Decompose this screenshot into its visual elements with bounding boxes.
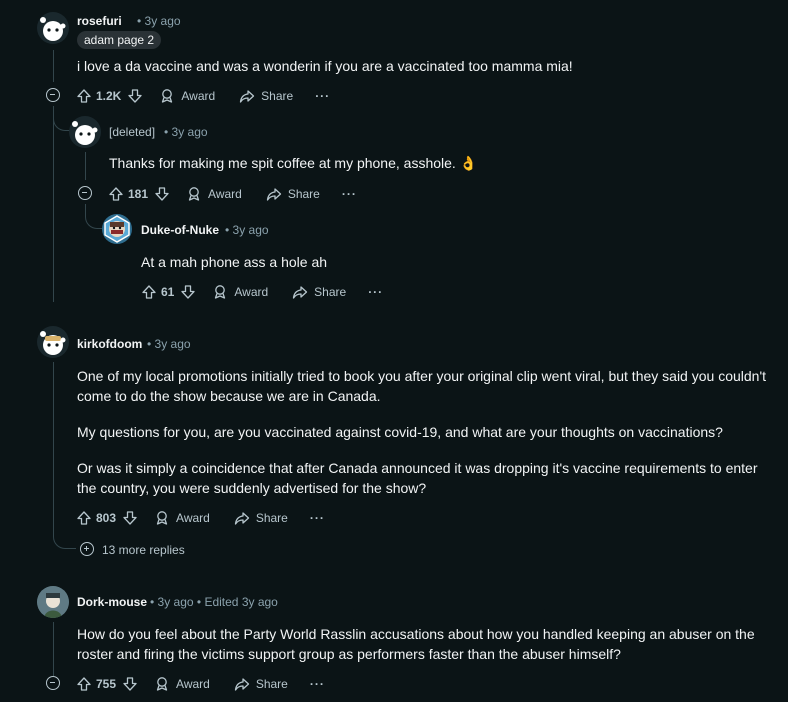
- comment-actions: 181 Award Share ···: [108, 182, 357, 206]
- downvote-icon[interactable]: [122, 510, 138, 526]
- thread-line[interactable]: [53, 106, 54, 302]
- more-options-button[interactable]: ···: [342, 187, 357, 201]
- vote-count: 61: [161, 285, 175, 299]
- downvote-icon[interactable]: [180, 284, 196, 300]
- award-button[interactable]: Award: [154, 510, 210, 526]
- avatar: [69, 116, 101, 148]
- collapse-thread-button[interactable]: [46, 676, 60, 690]
- timestamp: • 3y ago: [147, 337, 191, 351]
- share-label: Share: [261, 89, 294, 103]
- share-button[interactable]: Share: [292, 284, 346, 300]
- upvote-icon[interactable]: [76, 510, 92, 526]
- comment-body: i love a da vaccine and was a wonderin i…: [77, 58, 573, 74]
- comment-actions: 1.2K Award Share ···: [76, 84, 330, 108]
- share-label: Share: [314, 285, 347, 299]
- vote-count: 755: [96, 677, 117, 691]
- award-icon: [156, 511, 168, 525]
- comment-actions: 803 Award Share ···: [76, 506, 325, 530]
- comment-paragraph: One of my local promotions initially tri…: [77, 368, 767, 404]
- comment-paragraph: Or was it simply a coincidence that afte…: [77, 460, 758, 496]
- share-icon: [234, 512, 249, 525]
- username[interactable]: rosefuri: [77, 14, 122, 28]
- thread-line[interactable]: [53, 362, 54, 522]
- username[interactable]: Dork-mouse: [77, 595, 147, 609]
- comment-body: How do you feel about the Party World Ra…: [77, 626, 755, 662]
- expand-replies-icon[interactable]: [80, 542, 94, 556]
- thread-connector: [53, 522, 76, 549]
- award-button[interactable]: Award: [186, 186, 242, 202]
- avatar[interactable]: [37, 12, 69, 44]
- more-options-button[interactable]: ···: [368, 285, 383, 299]
- dork-mouse-avatar-icon: [37, 586, 69, 618]
- downvote-icon[interactable]: [122, 676, 138, 692]
- thread-connector: [53, 106, 70, 131]
- comment-paragraph: My questions for you, are you vaccinated…: [77, 424, 723, 440]
- upvote-icon[interactable]: [141, 284, 157, 300]
- award-icon: [215, 285, 226, 299]
- more-replies-link[interactable]: 13 more replies: [102, 543, 185, 557]
- timestamp: • 3y ago: [164, 125, 208, 139]
- duke-avatar-icon: [104, 215, 130, 243]
- award-icon: [188, 187, 200, 201]
- user-flair: adam page 2: [77, 31, 162, 49]
- share-button[interactable]: Share: [266, 186, 320, 202]
- share-icon: [293, 286, 308, 299]
- snoo-avatar-icon: [40, 331, 66, 355]
- award-icon: [162, 89, 173, 103]
- share-label: Share: [255, 511, 288, 525]
- timestamp: • 3y ago: [225, 223, 269, 237]
- thread-line[interactable]: [53, 622, 54, 676]
- share-icon: [234, 678, 249, 691]
- avatar[interactable]: [37, 326, 69, 358]
- share-button[interactable]: Share: [239, 88, 293, 104]
- avatar[interactable]: [102, 214, 132, 244]
- username: [deleted]: [109, 125, 156, 139]
- more-options-button[interactable]: ···: [310, 511, 325, 525]
- award-label: Award: [176, 511, 210, 525]
- comment-body: At a mah phone ass a hole ah: [141, 254, 328, 270]
- vote-count: 803: [96, 511, 117, 525]
- share-button[interactable]: Share: [234, 510, 288, 526]
- thread-line[interactable]: [53, 50, 54, 82]
- share-label: Share: [287, 187, 320, 201]
- more-options-button[interactable]: ···: [310, 677, 325, 691]
- thread-connector: [85, 204, 102, 229]
- snoo-avatar-icon: [40, 17, 66, 41]
- edited-label: Edited 3y ago: [204, 595, 278, 609]
- comment-body: Thanks for making me spit coffee at my p…: [109, 155, 478, 171]
- username[interactable]: kirkofdoom: [77, 337, 142, 351]
- share-button[interactable]: Share: [234, 676, 288, 692]
- vote-count: 181: [128, 187, 149, 201]
- award-label: Award: [176, 677, 210, 691]
- avatar[interactable]: [37, 586, 69, 618]
- share-icon: [240, 90, 255, 103]
- share-icon: [266, 188, 281, 201]
- share-label: Share: [255, 677, 288, 691]
- award-button[interactable]: Award: [159, 88, 215, 104]
- award-label: Award: [234, 285, 269, 299]
- upvote-icon[interactable]: [76, 676, 92, 692]
- comment-actions: 755 Award Share ···: [76, 672, 325, 696]
- timestamp: • 3y ago • Edited 3y ago: [150, 595, 278, 609]
- award-button[interactable]: Award: [154, 676, 210, 692]
- downvote-icon[interactable]: [127, 88, 143, 104]
- timestamp: • 3y ago: [137, 14, 181, 28]
- comment-actions: 61 Award Share ···: [141, 280, 383, 304]
- username[interactable]: Duke-of-Nuke: [141, 223, 219, 237]
- more-options-button[interactable]: ···: [315, 89, 330, 103]
- award-label: Award: [181, 89, 216, 103]
- collapse-thread-button[interactable]: [46, 88, 60, 102]
- downvote-icon[interactable]: [154, 186, 170, 202]
- snoo-avatar-icon: [72, 121, 98, 145]
- vote-count: 1.2K: [96, 89, 122, 103]
- award-button[interactable]: Award: [212, 284, 268, 300]
- upvote-icon[interactable]: [76, 88, 92, 104]
- award-label: Award: [208, 187, 242, 201]
- award-icon: [156, 677, 168, 691]
- upvote-icon[interactable]: [108, 186, 124, 202]
- thread-line[interactable]: [85, 152, 86, 180]
- collapse-thread-button[interactable]: [78, 186, 92, 200]
